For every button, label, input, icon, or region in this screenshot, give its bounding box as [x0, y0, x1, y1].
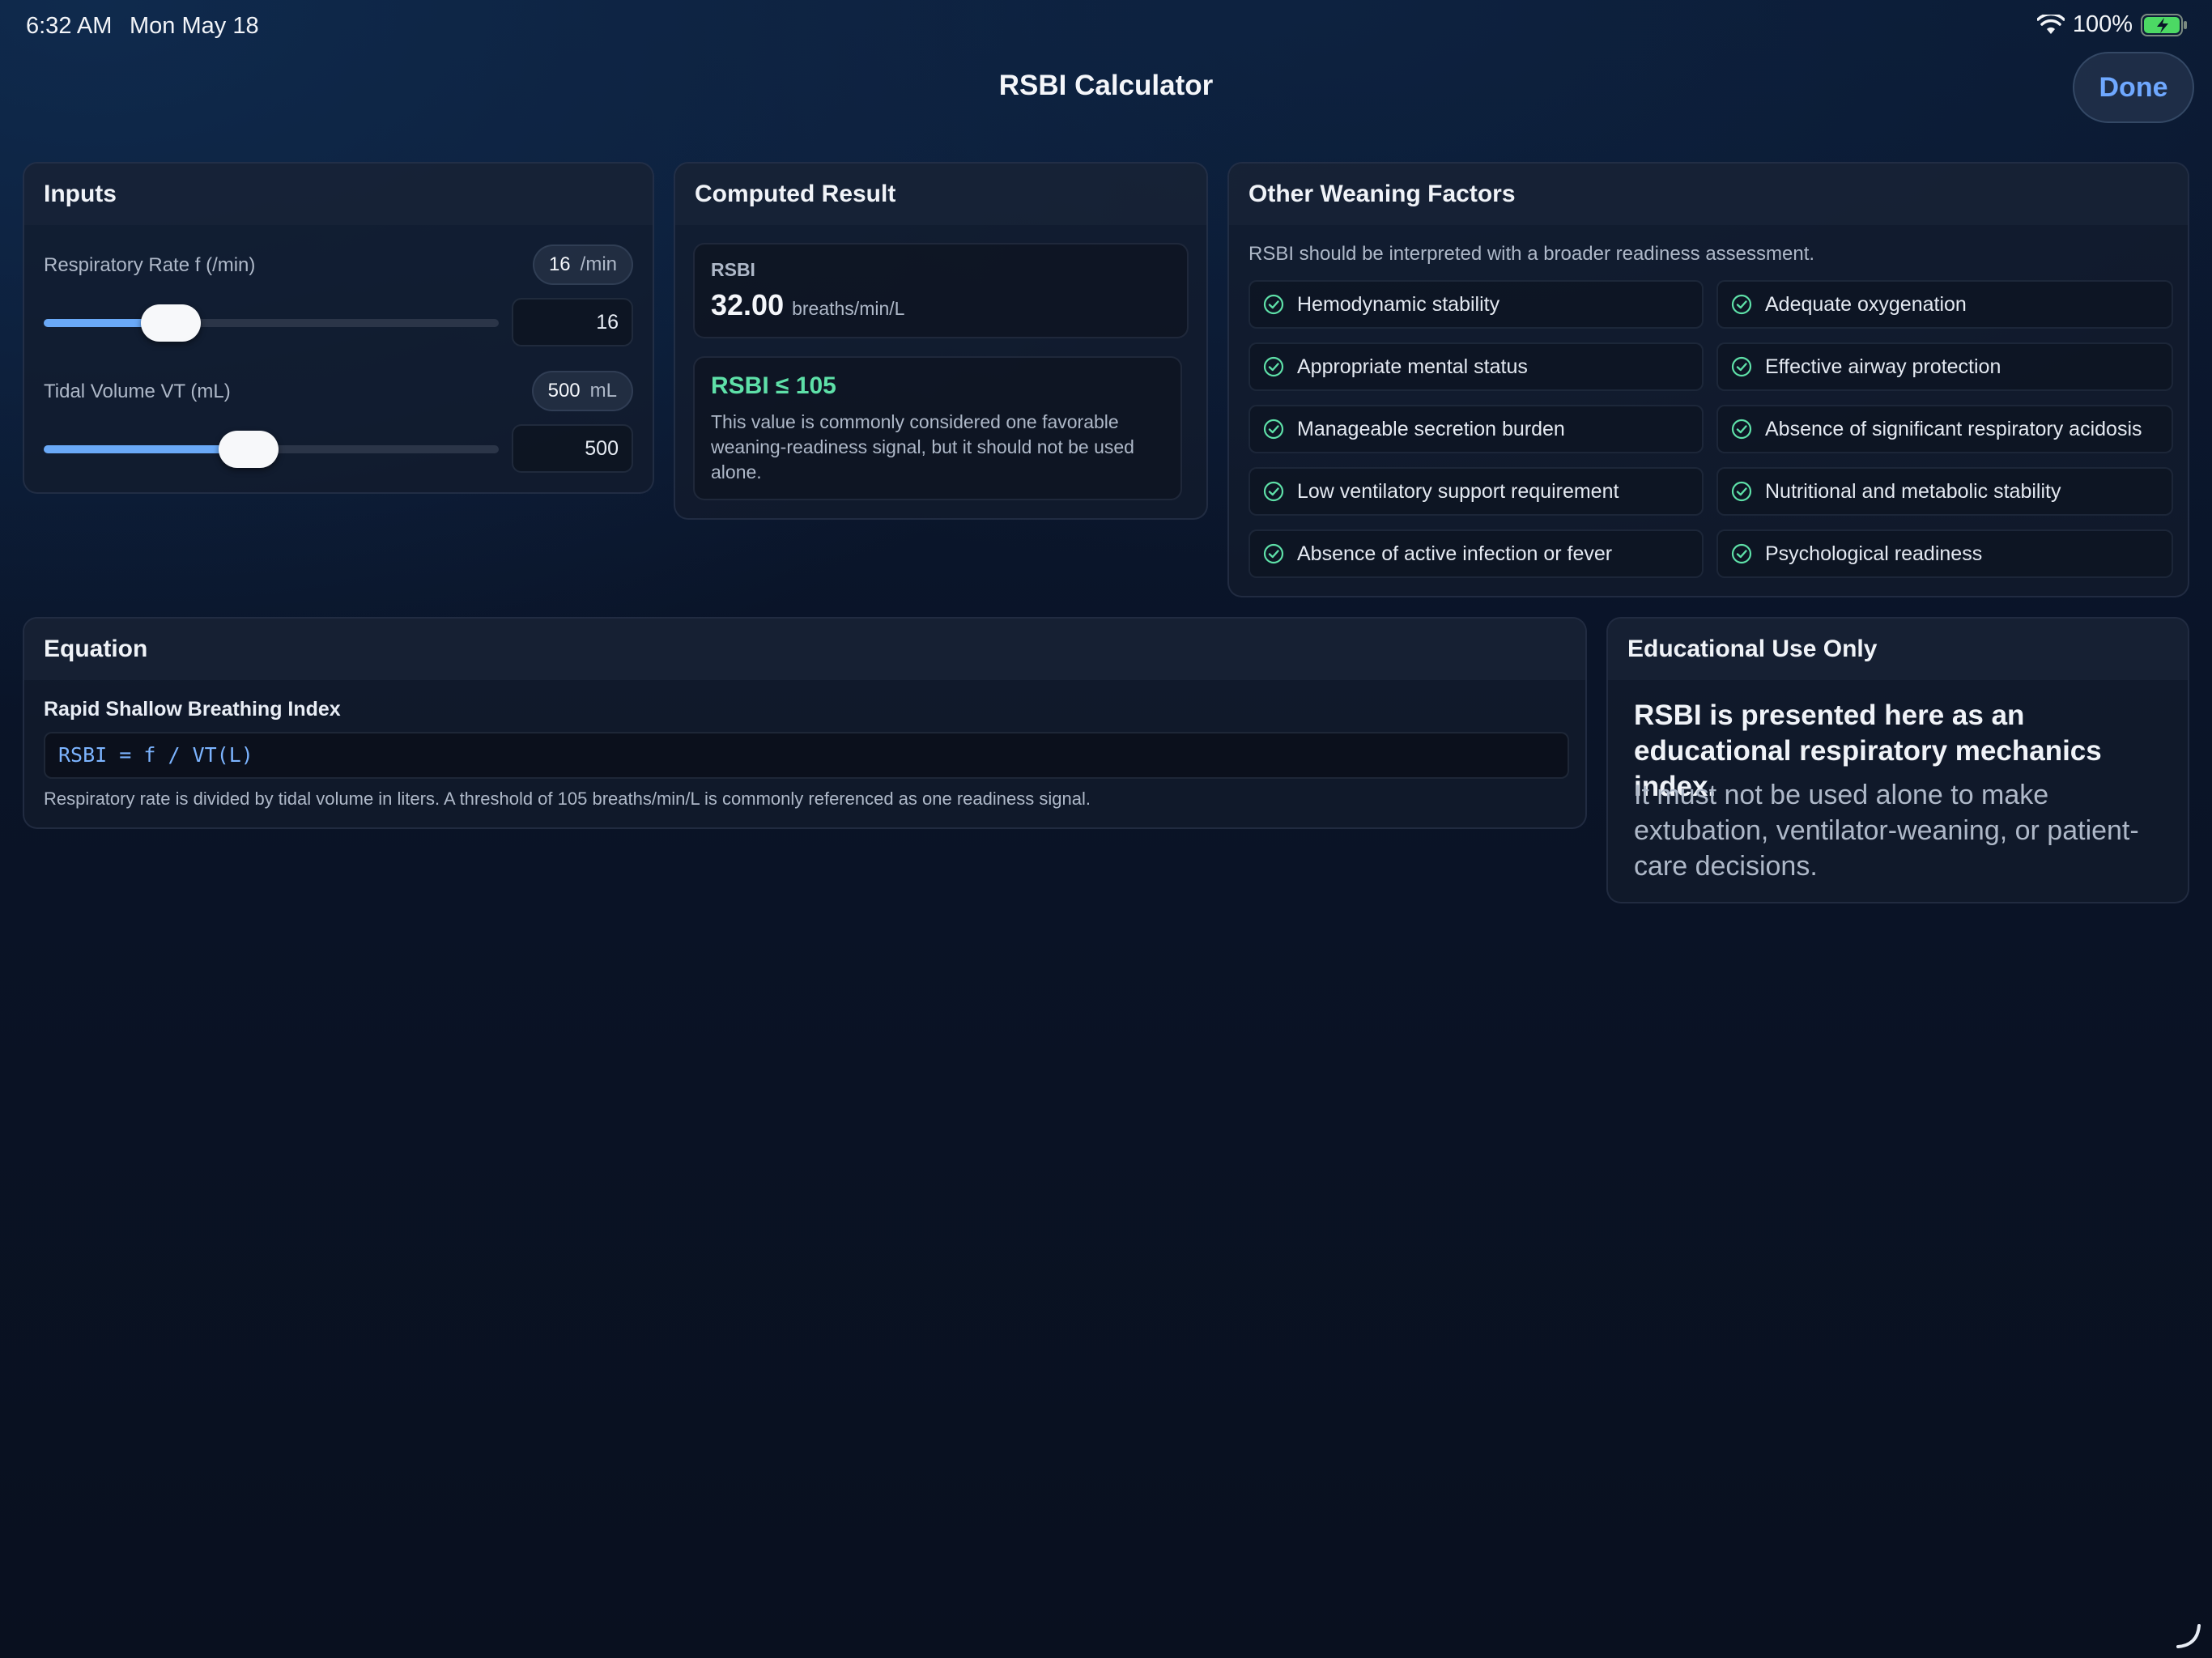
tidal-volume-slider-fill	[44, 445, 249, 453]
weaning-factors-panel: Other Weaning Factors RSBI should be int…	[1227, 162, 2189, 597]
weaning-factor-label: Psychological readiness	[1765, 542, 1983, 565]
weaning-factor-label: Absence of active infection or fever	[1297, 542, 1613, 565]
weaning-factors-title: Other Weaning Factors	[1229, 164, 2188, 225]
weaning-factors-intro: RSBI should be interpreted with a broade…	[1249, 243, 1815, 265]
weaning-factor-label: Effective airway protection	[1765, 355, 2001, 378]
rsbi-readout: 32.00 breaths/min/L	[711, 288, 904, 322]
check-circle-icon	[1263, 294, 1284, 315]
rsbi-card: RSBI 32.00 breaths/min/L	[693, 243, 1189, 338]
tidal-volume-slider-thumb[interactable]	[218, 431, 279, 468]
tidal-volume-readout: 500 mL	[531, 371, 633, 411]
check-circle-icon	[1263, 419, 1284, 440]
check-circle-icon	[1263, 543, 1284, 564]
threshold-text: RSBI ≤ 105	[711, 372, 836, 399]
tidal-volume-value: 500	[547, 380, 581, 402]
tidal-volume-field[interactable]: 500	[512, 424, 633, 473]
resize-handle-icon[interactable]	[2175, 1622, 2202, 1650]
threshold-note: This value is commonly considered one fa…	[711, 411, 1134, 483]
weaning-factor-label: Manageable secretion burden	[1297, 417, 1565, 440]
weaning-factor-item: Appropriate mental status	[1249, 342, 1704, 391]
status-indicators: 100%	[2036, 11, 2188, 38]
equation-subtitle: Rapid Shallow Breathing Index	[44, 698, 341, 721]
weaning-factor-item: Effective airway protection	[1716, 342, 2173, 391]
tidal-volume-slider[interactable]	[44, 431, 499, 468]
weaning-factor-item: Adequate oxygenation	[1716, 280, 2173, 329]
done-button[interactable]: Done	[2073, 52, 2194, 123]
resp-rate-readout: 16 /min	[532, 244, 633, 285]
weaning-factor-label: Appropriate mental status	[1297, 355, 1528, 378]
result-title: Computed Result	[675, 164, 1206, 225]
resp-rate-label: Respiratory Rate f (/min)	[44, 254, 256, 276]
status-time: 6:32 AM	[26, 13, 113, 39]
weaning-factor-item: Low ventilatory support requirement	[1249, 467, 1704, 516]
check-circle-icon	[1263, 481, 1284, 502]
weaning-factor-item: Hemodynamic stability	[1249, 280, 1704, 329]
equation-formula: RSBI = f / VT(L)	[44, 732, 1569, 779]
status-date: Mon May 18	[130, 13, 259, 39]
tidal-volume-unit: mL	[589, 380, 617, 402]
check-circle-icon	[1731, 481, 1752, 502]
weaning-factor-item: Manageable secretion burden	[1249, 405, 1704, 453]
weaning-factor-label: Absence of significant respiratory acido…	[1765, 417, 2142, 440]
weaning-factor-item: Absence of active infection or fever	[1249, 529, 1704, 578]
inputs-panel: Inputs Respiratory Rate f (/min) 16 /min…	[23, 162, 654, 494]
tidal-volume-label: Tidal Volume VT (mL)	[44, 380, 231, 402]
equation-description: Respiratory rate is divided by tidal vol…	[44, 789, 1091, 809]
status-bar: 6:32 AM Mon May 18 100%	[0, 0, 2212, 52]
weaning-factor-label: Low ventilatory support requirement	[1297, 479, 1619, 503]
weaning-factor-item: Psychological readiness	[1716, 529, 2173, 578]
rsbi-unit: breaths/min/L	[792, 298, 905, 319]
battery-percent: 100%	[2072, 11, 2133, 37]
resp-rate-value: 16	[548, 253, 571, 275]
check-circle-icon	[1731, 419, 1752, 440]
education-title: Educational Use Only	[1608, 619, 2188, 680]
result-panel: Computed Result RSBI 32.00 breaths/min/L…	[674, 162, 1208, 520]
rsbi-value: 32.00	[711, 288, 785, 321]
weaning-factor-label: Adequate oxygenation	[1765, 292, 1967, 316]
threshold-card: RSBI ≤ 105 This value is commonly consid…	[693, 356, 1182, 500]
education-body: It must not be used alone to make extuba…	[1634, 780, 2139, 882]
education-panel: Educational Use Only RSBI is presented h…	[1606, 617, 2189, 903]
check-circle-icon	[1731, 294, 1752, 315]
resp-rate-unit: /min	[580, 253, 617, 275]
equation-panel: Equation Rapid Shallow Breathing Index R…	[23, 617, 1587, 829]
weaning-factor-label: Nutritional and metabolic stability	[1765, 479, 2061, 503]
check-circle-icon	[1731, 543, 1752, 564]
equation-title: Equation	[24, 619, 1585, 680]
wifi-icon	[2036, 14, 2065, 34]
resp-rate-slider-thumb[interactable]	[141, 304, 202, 342]
check-circle-icon	[1731, 356, 1752, 377]
inputs-title: Inputs	[24, 164, 653, 225]
weaning-factor-item: Absence of significant respiratory acido…	[1716, 405, 2173, 453]
weaning-factor-label: Hemodynamic stability	[1297, 292, 1500, 316]
rsbi-label: RSBI	[711, 259, 755, 280]
check-circle-icon	[1263, 356, 1284, 377]
page-title: RSBI Calculator	[998, 70, 1214, 101]
weaning-factor-item: Nutritional and metabolic stability	[1716, 467, 2173, 516]
resp-rate-slider[interactable]	[44, 304, 499, 342]
battery-charging-icon	[2141, 13, 2187, 36]
resp-rate-field[interactable]: 16	[512, 298, 633, 346]
